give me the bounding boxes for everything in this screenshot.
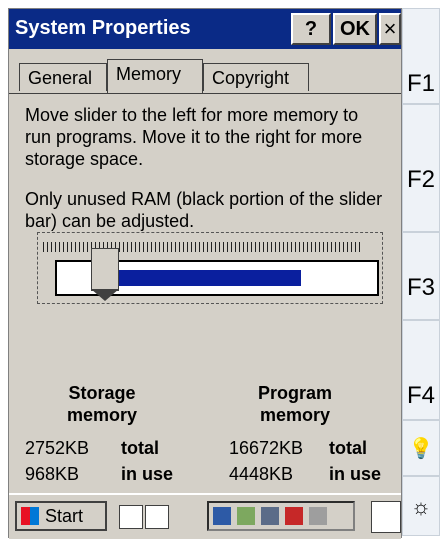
storage-total-value: 2752KB — [25, 438, 90, 458]
memory-slider-thumb[interactable] — [91, 248, 119, 301]
program-inuse-value: 4448KB — [229, 464, 294, 484]
storage-inuse-value: 968KB — [25, 464, 80, 484]
slider-note: Only unused RAM (black portion of the sl… — [25, 189, 383, 231]
f3-key[interactable]: F3 — [402, 232, 440, 320]
ok-button[interactable]: OK — [333, 13, 377, 45]
start-label: Start — [45, 506, 84, 526]
input-panel-icon[interactable] — [371, 501, 401, 533]
close-button[interactable]: × — [379, 13, 401, 45]
program-total-value: 16672KB — [229, 438, 304, 458]
function-key-strip: F1 F2 F3 F4 💡 ☼ — [402, 8, 440, 536]
tab-general[interactable]: General — [19, 63, 107, 91]
program-total-label: total — [329, 438, 367, 458]
network-icon[interactable] — [213, 507, 231, 525]
keyboard-icon[interactable] — [309, 507, 327, 525]
slider-instructions: Move slider to the left for more memory … — [25, 105, 363, 169]
app-window-icon[interactable] — [119, 505, 143, 529]
brightness-key[interactable]: ☼ — [402, 476, 440, 536]
window-title: System Properties — [15, 17, 191, 39]
start-button[interactable]: Start — [15, 501, 107, 531]
f4-key[interactable]: F4 — [402, 320, 440, 420]
storage-inuse-label: in use — [121, 464, 174, 484]
system-properties-window: System Properties ? OK × General Memory … — [8, 8, 402, 539]
memory-panel: Move slider to the left for more memory … — [9, 93, 401, 494]
taskbar: Start — [9, 493, 401, 539]
sync-icon[interactable] — [237, 507, 255, 525]
battery-icon[interactable] — [285, 507, 303, 525]
windows-logo-icon — [21, 507, 39, 525]
tab-copyright[interactable]: Copyright — [203, 63, 309, 91]
f1-key[interactable]: F1 — [402, 8, 440, 104]
storage-memory-label: Storage memory — [66, 383, 138, 425]
f2-key[interactable]: F2 — [402, 104, 440, 232]
title-bar: System Properties ? OK × — [9, 9, 401, 49]
program-memory-label: Program memory — [257, 383, 333, 425]
light-bulb-key[interactable]: 💡 — [402, 420, 440, 476]
monitor-icon[interactable] — [261, 507, 279, 525]
program-inuse-label: in use — [329, 464, 382, 484]
system-tray — [207, 501, 355, 531]
tab-memory[interactable]: Memory — [107, 59, 203, 93]
memory-bar-fill — [111, 270, 301, 286]
storage-total-label: total — [121, 438, 159, 458]
help-button[interactable]: ? — [291, 13, 331, 45]
settings-hand-icon[interactable] — [145, 505, 169, 529]
